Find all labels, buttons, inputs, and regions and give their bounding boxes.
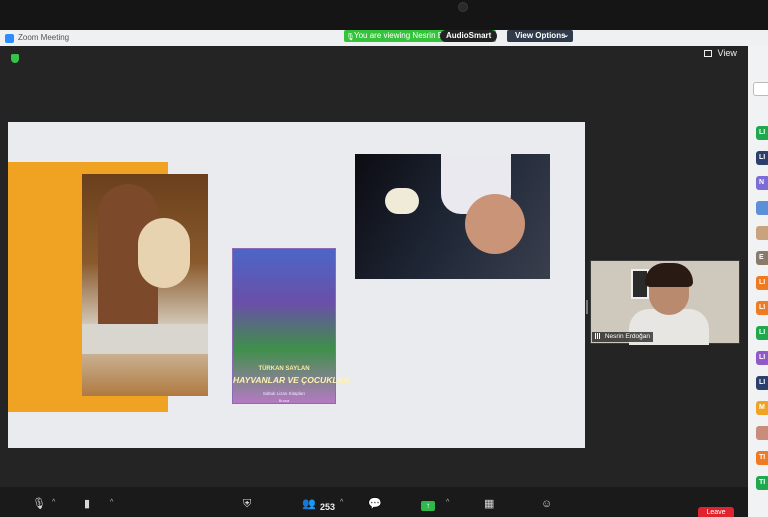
meeting-area: View TÜRKAN SAYLAN HAYVANLAR VE ÇOCUKLAR… xyxy=(0,46,748,487)
grid-view-icon xyxy=(704,50,712,58)
photo-step xyxy=(82,324,208,354)
book-author: TÜRKAN SAYLAN xyxy=(258,366,310,372)
photo-woman-with-dog xyxy=(82,174,208,396)
window-title: Zoom Meeting xyxy=(18,33,70,42)
chevron-down-icon: ⌄ xyxy=(563,32,569,39)
reactions-icon[interactable]: ☺ xyxy=(541,499,552,510)
monitor-bezel xyxy=(0,0,768,32)
book-title: HAYVANLAR VE ÇOCUKLAR xyxy=(233,375,350,385)
participant-hair xyxy=(645,263,693,287)
participants-count: 253 xyxy=(320,502,336,512)
participant-avatar[interactable] xyxy=(756,226,768,240)
view-options-label: View Options xyxy=(515,31,566,40)
participants-caret-icon[interactable]: ^ xyxy=(340,499,343,506)
participants-sidebar: LI LI N E LI LI LI LI LI M TI TI xyxy=(748,46,768,517)
view-options-button[interactable]: View Options ⌄ xyxy=(507,30,573,42)
microphone-icon: 🎙 xyxy=(346,34,355,41)
mute-mic-icon[interactable]: 🎙 xyxy=(32,499,46,510)
participant-avatar[interactable]: LI xyxy=(756,276,768,290)
panel-resize-handle[interactable] xyxy=(586,300,588,314)
participant-name-tag: Nesrin Erdoğan xyxy=(592,332,653,342)
participant-avatar[interactable]: LI xyxy=(756,376,768,390)
photo-dog xyxy=(138,218,190,288)
book-publisher: Saltuk Lizan Kitapları xyxy=(262,391,306,396)
participant-avatar[interactable]: LI xyxy=(756,351,768,365)
book-city: Bursa xyxy=(278,398,290,403)
participant-avatar[interactable] xyxy=(756,201,768,215)
participant-name: Nesrin Erdoğan xyxy=(604,333,650,340)
participant-avatar[interactable]: N xyxy=(756,176,768,190)
participant-avatar[interactable]: LI xyxy=(756,326,768,340)
zoom-window: Zoom Meeting 🎙 You are viewing Nesrin Er… xyxy=(0,30,768,517)
webcam-dot xyxy=(458,2,468,12)
photo-puppy xyxy=(385,188,419,214)
audio-options-caret-icon[interactable]: ^ xyxy=(52,499,55,506)
chat-icon[interactable]: 💬 xyxy=(368,499,382,510)
view-label: View xyxy=(717,48,737,58)
zoom-logo-icon xyxy=(5,34,14,43)
share-caret-icon[interactable]: ^ xyxy=(446,499,449,506)
audiosmart-badge[interactable]: AudioSmart xyxy=(440,30,498,42)
view-button[interactable]: View xyxy=(704,48,737,58)
participant-avatar[interactable]: TI xyxy=(756,451,768,465)
leave-button[interactable]: Leave xyxy=(698,507,734,517)
participant-avatar[interactable] xyxy=(756,426,768,440)
shared-slide: TÜRKAN SAYLAN HAYVANLAR VE ÇOCUKLAR Salt… xyxy=(8,122,585,448)
participant-avatar[interactable]: M xyxy=(756,401,768,415)
security-icon[interactable]: ⛨ xyxy=(243,499,251,510)
book-cover: TÜRKAN SAYLAN HAYVANLAR VE ÇOCUKLAR Salt… xyxy=(232,248,350,404)
participant-avatar[interactable]: LI xyxy=(756,126,768,140)
share-screen-button[interactable]: ↑ xyxy=(421,501,435,511)
participant-avatar[interactable]: LI xyxy=(756,301,768,315)
participant-video-tile[interactable]: Nesrin Erdoğan xyxy=(590,260,740,345)
search-input[interactable] xyxy=(753,82,768,96)
security-shield-icon[interactable] xyxy=(11,54,19,63)
photo-face xyxy=(465,194,525,254)
photo-woman-with-puppy xyxy=(355,154,550,279)
video-options-caret-icon[interactable]: ^ xyxy=(110,499,113,506)
participant-avatar[interactable]: TI xyxy=(756,476,768,490)
apps-grid-icon[interactable]: ▦ xyxy=(484,499,494,510)
stop-video-icon[interactable]: ▮ xyxy=(84,499,90,510)
participant-avatar[interactable]: E xyxy=(756,251,768,265)
signal-bars-icon xyxy=(595,333,601,340)
participants-icon[interactable]: 👥 xyxy=(302,499,316,510)
participant-avatar[interactable]: LI xyxy=(756,151,768,165)
meeting-toolbar: 🎙 ^ ▮ ^ ⛨ 👥 253 ^ 💬 ↑ ^ ▦ ☺ Leave xyxy=(0,487,748,517)
